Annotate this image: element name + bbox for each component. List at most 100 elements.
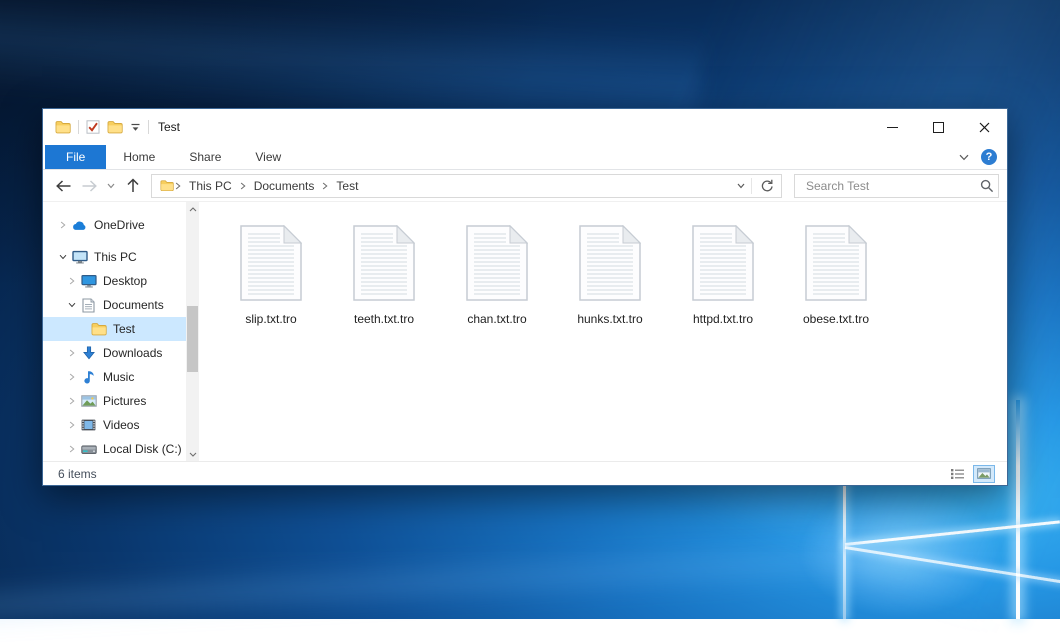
minimize-button[interactable] xyxy=(869,109,915,145)
sidebar-item-label: Test xyxy=(113,322,135,336)
expand-ribbon-chevron-icon[interactable] xyxy=(959,154,969,161)
minimize-icon xyxy=(887,127,898,128)
file-item[interactable]: teeth.txt.tro xyxy=(332,225,436,326)
chevron-down-icon[interactable] xyxy=(57,254,68,260)
navigation-pane: OneDrive This PC xyxy=(43,202,199,461)
file-item[interactable]: slip.txt.tro xyxy=(219,225,323,326)
chevron-right-icon xyxy=(174,182,182,190)
search-icon[interactable] xyxy=(980,179,994,193)
title-bar[interactable]: Test xyxy=(43,109,1007,145)
status-bar: 6 items xyxy=(43,461,1007,485)
file-list-pane[interactable]: slip.txt.tro teeth.txt.tro chan.txt.tro … xyxy=(199,202,1007,461)
address-dropdown-button[interactable] xyxy=(733,174,749,198)
chevron-down-icon[interactable] xyxy=(130,123,141,132)
scroll-down-icon[interactable] xyxy=(186,447,199,461)
text-document-icon xyxy=(579,225,641,301)
tab-home[interactable]: Home xyxy=(106,145,172,169)
scrollbar-thumb[interactable] xyxy=(187,306,198,372)
chevron-right-icon[interactable] xyxy=(66,349,77,357)
chevron-right-icon[interactable] xyxy=(66,373,77,381)
navigation-bar: This PC Documents Test xyxy=(43,170,1007,202)
chevron-right-icon xyxy=(239,182,247,190)
breadcrumb-test[interactable]: Test xyxy=(329,179,365,193)
file-item[interactable]: httpd.txt.tro xyxy=(671,225,775,326)
window-content: OneDrive This PC xyxy=(43,202,1007,461)
large-icons-view-button[interactable] xyxy=(973,465,995,483)
back-button[interactable] xyxy=(51,174,75,198)
toolbar-separator xyxy=(148,120,149,134)
folder-icon[interactable] xyxy=(107,120,123,134)
chevron-right-icon[interactable] xyxy=(66,421,77,429)
toolbar-separator xyxy=(78,120,79,134)
search-input[interactable] xyxy=(804,178,980,194)
sidebar-item-pictures[interactable]: Pictures xyxy=(43,389,186,413)
maximize-button[interactable] xyxy=(915,109,961,145)
file-name: teeth.txt.tro xyxy=(354,312,414,326)
chevron-right-icon[interactable] xyxy=(66,277,77,285)
sidebar-item-music[interactable]: Music xyxy=(43,365,186,389)
file-name: hunks.txt.tro xyxy=(577,312,642,326)
music-note-icon xyxy=(79,370,98,384)
text-document-icon xyxy=(353,225,415,301)
search-box[interactable] xyxy=(794,174,999,198)
folder-icon[interactable] xyxy=(55,120,71,134)
chevron-right-icon[interactable] xyxy=(66,445,77,453)
download-arrow-icon xyxy=(79,346,98,360)
file-item[interactable]: chan.txt.tro xyxy=(445,225,549,326)
sidebar-item-downloads[interactable]: Downloads xyxy=(43,341,186,365)
file-item[interactable]: obese.txt.tro xyxy=(784,225,888,326)
film-icon xyxy=(79,419,98,431)
details-view-button[interactable] xyxy=(946,465,968,483)
checkmark-document-icon[interactable] xyxy=(86,120,100,134)
close-button[interactable] xyxy=(961,109,1007,145)
refresh-button[interactable] xyxy=(754,174,778,198)
file-item[interactable]: hunks.txt.tro xyxy=(558,225,662,326)
chevron-down-icon xyxy=(107,183,115,189)
quick-access-toolbar xyxy=(43,120,149,134)
folder-icon xyxy=(89,322,108,336)
desktop-icon xyxy=(79,274,98,288)
chevron-down-icon[interactable] xyxy=(66,302,77,308)
large-thumbnails-icon xyxy=(977,468,991,479)
sidebar-item-documents[interactable]: Documents xyxy=(43,293,186,317)
tab-view[interactable]: View xyxy=(238,145,298,169)
sidebar-item-desktop[interactable]: Desktop xyxy=(43,269,186,293)
recent-locations-button[interactable] xyxy=(103,174,119,198)
sidebar-item-label: Local Disk (C:) xyxy=(103,442,182,456)
sidebar-item-this-pc[interactable]: This PC xyxy=(43,245,186,269)
sidebar-item-label: This PC xyxy=(94,250,137,264)
chevron-right-icon[interactable] xyxy=(66,397,77,405)
scroll-up-icon[interactable] xyxy=(186,202,199,216)
forward-button[interactable] xyxy=(77,174,101,198)
close-icon xyxy=(979,122,990,133)
sidebar-item-label: Pictures xyxy=(103,394,146,408)
file-name: slip.txt.tro xyxy=(245,312,296,326)
tab-file[interactable]: File xyxy=(45,145,106,169)
sidebar-item-onedrive[interactable]: OneDrive xyxy=(43,213,186,237)
breadcrumb-this-pc[interactable]: This PC xyxy=(182,179,239,193)
sidebar-item-videos[interactable]: Videos xyxy=(43,413,186,437)
sidebar-item-test[interactable]: Test xyxy=(43,317,186,341)
sidebar-item-label: OneDrive xyxy=(94,218,145,232)
maximize-icon xyxy=(933,122,944,133)
sidebar-item-label: Desktop xyxy=(103,274,147,288)
sidebar-item-label: Documents xyxy=(103,298,164,312)
sidebar-scrollbar[interactable] xyxy=(186,202,199,461)
folder-icon xyxy=(155,179,174,192)
file-name: chan.txt.tro xyxy=(467,312,526,326)
chevron-right-icon[interactable] xyxy=(57,221,68,229)
breadcrumb-documents[interactable]: Documents xyxy=(247,179,322,193)
window-controls xyxy=(869,109,1007,145)
text-document-icon xyxy=(805,225,867,301)
computer-icon xyxy=(70,250,89,264)
up-arrow-icon xyxy=(127,178,139,193)
sidebar-item-local-disk-c[interactable]: Local Disk (C:) xyxy=(43,437,186,461)
refresh-icon xyxy=(760,179,773,192)
tab-share[interactable]: Share xyxy=(172,145,238,169)
help-button[interactable]: ? xyxy=(981,149,997,165)
address-bar[interactable]: This PC Documents Test xyxy=(151,174,782,198)
ribbon-tab-bar: File Home Share View ? xyxy=(43,145,1007,170)
up-button[interactable] xyxy=(121,174,145,198)
item-count-label: 6 items xyxy=(58,467,97,481)
wallpaper-logo-glow xyxy=(760,462,1040,642)
